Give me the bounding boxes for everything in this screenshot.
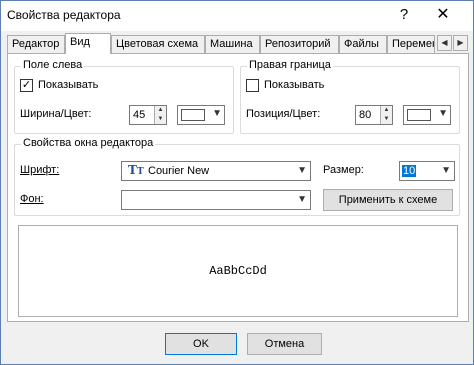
spin-up-icon[interactable]: ▲	[381, 106, 392, 115]
chevron-down-icon[interactable]: ▼	[438, 108, 448, 119]
right-margin-show-checkbox[interactable]	[246, 79, 259, 92]
left-margin-show-checkbox[interactable]: ✓	[20, 79, 33, 92]
tab-editor[interactable]: Редактор	[7, 35, 65, 53]
right-margin-position-label: Позиция/Цвет:	[246, 108, 321, 120]
left-margin-color-picker[interactable]: ▼	[177, 105, 225, 125]
tab-scroll-right-icon[interactable]: ▶	[453, 35, 468, 51]
spinner-arrows[interactable]: ▲ ▼	[154, 106, 166, 124]
left-margin-width-value: 45	[133, 109, 146, 121]
chevron-down-icon[interactable]: ▼	[297, 165, 307, 176]
right-margin-position-value: 80	[359, 109, 372, 121]
close-icon[interactable]: ✕	[425, 5, 461, 27]
size-label: Размер:	[323, 164, 364, 176]
right-margin-group: Правая граница Показывать Позиция/Цвет: …	[240, 59, 460, 134]
spinner-arrows[interactable]: ▲ ▼	[380, 106, 392, 124]
title-bar[interactable]: Свойства редактора ? ✕	[1, 1, 473, 31]
right-margin-color-picker[interactable]: ▼	[403, 105, 451, 125]
left-margin-group: Поле слева ✓ Показывать Ширина/Цвет: 45 …	[14, 59, 234, 134]
chevron-down-icon[interactable]: ▼	[212, 108, 222, 119]
right-margin-show-label[interactable]: Показывать	[264, 79, 324, 91]
background-combo[interactable]: ▼	[121, 190, 311, 210]
truetype-font-icon: TT	[128, 163, 144, 177]
font-size-combo[interactable]: 10 ▼	[399, 161, 455, 181]
ok-button[interactable]: OK	[165, 333, 237, 355]
left-margin-show-label[interactable]: Показывать	[38, 79, 98, 91]
apply-to-scheme-button[interactable]: Применить к схеме	[323, 189, 453, 211]
spin-down-icon[interactable]: ▼	[381, 115, 392, 124]
left-margin-width-spinner[interactable]: 45 ▲ ▼	[129, 105, 167, 125]
editor-window-title: Свойства окна редактора	[21, 137, 156, 149]
color-swatch	[181, 109, 205, 121]
left-margin-title: Поле слева	[21, 59, 85, 71]
tab-machine[interactable]: Машина	[205, 35, 260, 53]
right-margin-position-spinner[interactable]: 80 ▲ ▼	[355, 105, 393, 125]
font-value: Courier New	[148, 165, 210, 177]
tab-variables[interactable]: Перемен	[387, 35, 435, 53]
chevron-down-icon[interactable]: ▼	[297, 194, 307, 205]
right-margin-title: Правая граница	[247, 59, 333, 71]
spin-up-icon[interactable]: ▲	[155, 106, 166, 115]
help-icon[interactable]: ?	[389, 5, 419, 27]
tab-color-scheme[interactable]: Цветовая схема	[111, 35, 205, 53]
tab-view[interactable]: Вид	[65, 33, 111, 54]
left-margin-width-label: Ширина/Цвет:	[20, 108, 92, 120]
editor-window-group: Свойства окна редактора Шрифт: TT Courie…	[14, 137, 460, 216]
chevron-down-icon[interactable]: ▼	[441, 165, 451, 176]
cancel-button[interactable]: Отмена	[247, 333, 322, 355]
view-tab-panel: Поле слева ✓ Показывать Ширина/Цвет: 45 …	[7, 53, 469, 322]
color-swatch	[407, 109, 431, 121]
tab-strip: Редактор Вид Цветовая схема Машина Репоз…	[7, 33, 469, 54]
font-combo[interactable]: TT Courier New ▼	[121, 161, 311, 181]
tab-files[interactable]: Файлы	[339, 35, 387, 53]
tab-scroll-left-icon[interactable]: ◀	[437, 35, 452, 51]
font-size-value: 10	[402, 165, 417, 177]
font-label: Шрифт:	[20, 164, 60, 176]
preview-sample-text: AaBbCcDd	[209, 264, 267, 278]
background-label: Фон:	[20, 193, 44, 205]
spin-down-icon[interactable]: ▼	[155, 115, 166, 124]
tab-repository[interactable]: Репозиторий	[260, 35, 339, 53]
properties-dialog: Свойства редактора ? ✕ Редактор Вид Цвет…	[0, 0, 474, 365]
dialog-title: Свойства редактора	[7, 8, 121, 22]
font-preview: AaBbCcDd	[18, 225, 458, 317]
